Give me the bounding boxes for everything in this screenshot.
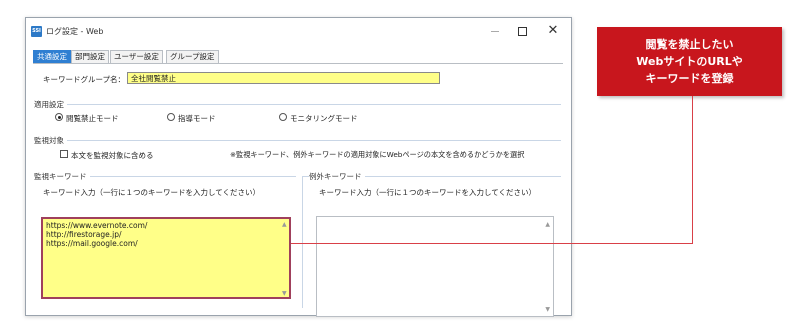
monitoring-target-divider bbox=[34, 140, 561, 141]
radio-guidance-mode-label: 指導モード bbox=[178, 114, 216, 123]
callout-connector-vertical bbox=[692, 96, 693, 244]
monitoring-target-note: ※監視キーワード、例外キーワードの適用対象にWebページの本文を含めるかどうかを… bbox=[230, 150, 525, 159]
tab-department-settings[interactable]: 部門設定 bbox=[71, 50, 109, 64]
minimize-icon[interactable] bbox=[488, 24, 502, 38]
callout-connector-horizontal bbox=[291, 243, 693, 244]
scroll-down-icon[interactable]: ▼ bbox=[545, 306, 550, 313]
exception-group-border bbox=[302, 176, 303, 308]
exception-keywords-input-label: キーワード入力（一行に１つのキーワードを入力してください） bbox=[319, 188, 537, 197]
close-icon[interactable]: ✕ bbox=[546, 24, 560, 38]
apply-settings-divider bbox=[34, 104, 561, 105]
radio-monitoring-mode[interactable] bbox=[279, 113, 287, 121]
exception-keywords-textarea[interactable]: ▲ ▼ bbox=[316, 216, 554, 317]
monitor-keywords-input-label: キーワード入力（一行に１つのキーワードを入力してください） bbox=[43, 188, 261, 197]
include-body-checkbox[interactable] bbox=[60, 150, 68, 158]
app-icon: SSI bbox=[31, 26, 42, 37]
tab-user-settings[interactable]: ユーザー設定 bbox=[110, 50, 163, 64]
callout-box: 閲覧を禁止したい WebサイトのURLや キーワードを登録 bbox=[597, 27, 782, 96]
radio-block-mode-label: 閲覧禁止モード bbox=[66, 114, 119, 123]
callout-line-3: キーワードを登録 bbox=[645, 72, 734, 85]
apply-settings-title: 適用設定 bbox=[34, 99, 67, 110]
callout-line-1: 閲覧を禁止したい bbox=[645, 38, 734, 51]
monitor-keywords-textarea[interactable] bbox=[41, 217, 291, 299]
scroll-down-icon[interactable]: ▼ bbox=[282, 290, 287, 297]
monitor-keywords-title: 監視キーワード bbox=[34, 171, 90, 182]
maximize-icon[interactable] bbox=[515, 24, 529, 38]
radio-monitoring-mode-label: モニタリングモード bbox=[290, 114, 358, 123]
monitoring-target-title: 監視対象 bbox=[34, 135, 67, 146]
window-title: ログ設定 - Web bbox=[46, 27, 104, 36]
tab-group-settings[interactable]: グループ設定 bbox=[166, 50, 219, 64]
scroll-up-icon[interactable]: ▲ bbox=[545, 221, 550, 228]
radio-block-mode[interactable] bbox=[55, 113, 63, 121]
tab-common-settings[interactable]: 共通設定 bbox=[33, 50, 71, 64]
callout-line-2: WebサイトのURLや bbox=[636, 55, 743, 68]
title-bar[interactable]: SSI ログ設定 - Web ✕ bbox=[26, 18, 571, 46]
keyword-group-name-field[interactable]: 全社閲覧禁止 bbox=[127, 72, 440, 84]
scroll-up-icon[interactable]: ▲ bbox=[282, 221, 287, 228]
exception-keywords-title: 例外キーワード bbox=[309, 171, 365, 182]
keyword-group-label: キーワードグループ名： bbox=[43, 75, 126, 84]
include-body-label: 本文を監視対象に含める bbox=[71, 151, 154, 160]
radio-guidance-mode[interactable] bbox=[167, 113, 175, 121]
